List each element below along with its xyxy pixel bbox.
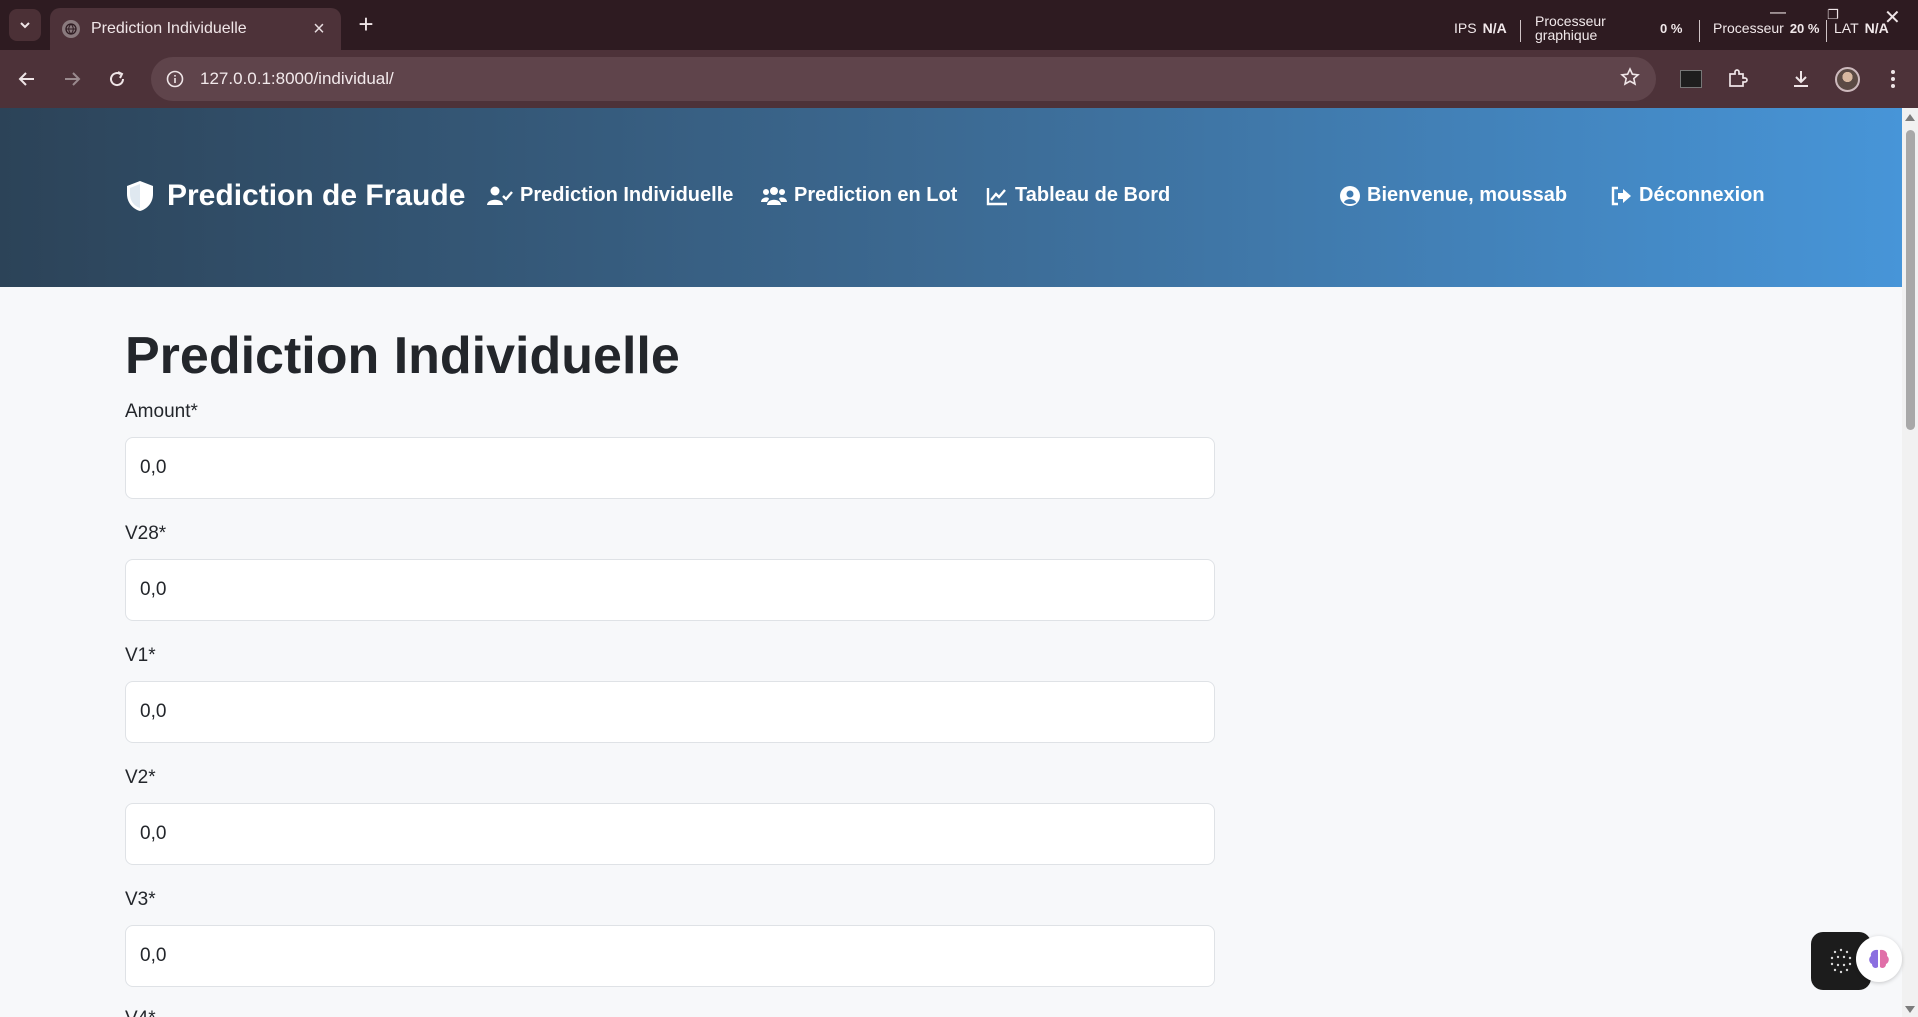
chevron-down-icon [20,22,30,29]
dots-grid-icon [1830,948,1852,974]
nav-user-welcome[interactable]: Bienvenue, moussab [1340,184,1567,207]
browser-tabbar: Prediction Individuelle × + IPS N/A Proce… [0,0,1918,50]
site-header: Prediction de Fraude Prediction Individu… [0,108,1902,287]
amount-input[interactable] [125,437,1215,499]
site-info-icon[interactable] [165,69,185,89]
extension-icon[interactable] [1674,62,1708,96]
tab-search-button[interactable] [9,9,41,41]
brand-link[interactable]: Prediction de Fraude [125,179,465,213]
perf-divider [1699,20,1700,42]
perf-cpu: Processeur 20 % [1713,20,1820,36]
sign-out-icon [1611,186,1631,205]
v2-input[interactable] [125,803,1215,865]
close-icon[interactable]: × [309,19,329,39]
browser-menu-icon[interactable] [1876,62,1910,96]
profile-avatar[interactable] [1835,67,1860,92]
arrow-left-icon [18,72,34,86]
page-title: Prediction Individuelle [125,327,680,385]
field-label-v1: V1* [125,645,156,666]
nav-prediction-en-lot[interactable]: Prediction en Lot [761,184,957,207]
user-circle-icon [1340,185,1360,206]
perf-gpu-value: 0 % [1660,20,1683,36]
scroll-thumb[interactable] [1906,130,1915,430]
shield-icon [127,181,153,211]
brain-icon[interactable] [1856,936,1902,982]
tab-title: Prediction Individuelle [91,20,247,37]
nav-prediction-individuelle[interactable]: Prediction Individuelle [487,184,733,207]
forward-button[interactable] [55,62,89,96]
perf-divider [1826,20,1827,42]
maximize-icon[interactable]: ❐ [1827,7,1839,23]
field-label-v2: V2* [125,767,156,788]
download-icon[interactable] [1784,62,1818,96]
bookmark-star-icon[interactable] [1620,67,1640,92]
window-close-icon[interactable]: ✕ [1884,5,1901,30]
perf-ips: IPS N/A [1454,20,1507,36]
address-bar[interactable]: 127.0.0.1:8000/individual/ [151,57,1656,101]
nav-logout[interactable]: Déconnexion [1610,184,1765,207]
perf-divider [1520,20,1521,42]
field-label-amount: Amount* [125,401,198,422]
reload-icon [110,71,125,87]
new-tab-button[interactable]: + [352,10,380,38]
user-check-icon [487,186,513,205]
v3-input[interactable] [125,925,1215,987]
reload-button[interactable] [100,62,134,96]
brand-title: Prediction de Fraude [167,179,466,212]
url-text: 127.0.0.1:8000/individual/ [200,69,394,88]
scroll-up-icon[interactable] [1905,114,1915,121]
puzzle-extensions-icon[interactable] [1720,62,1754,96]
perf-lat: LAT N/A [1834,20,1889,36]
field-label-v3: V3* [125,889,156,910]
arrow-right-icon [65,72,81,86]
v1-input[interactable] [125,681,1215,743]
nav-tableau-de-bord[interactable]: Tableau de Bord [986,184,1170,207]
chart-line-icon [986,187,1007,205]
scroll-down-icon[interactable] [1905,1006,1915,1013]
users-icon [761,186,787,205]
globe-icon [62,20,80,38]
perf-gpu-label: Processeur graphique [1535,13,1606,43]
minimize-icon[interactable]: — [1770,4,1786,22]
back-button[interactable] [10,62,44,96]
field-label-v28: V28* [125,523,167,544]
v28-input[interactable] [125,559,1215,621]
browser-tab-active[interactable]: Prediction Individuelle × [50,8,341,50]
page-scrollbar[interactable] [1902,108,1918,1017]
field-label-v4: V4* [125,1008,156,1017]
